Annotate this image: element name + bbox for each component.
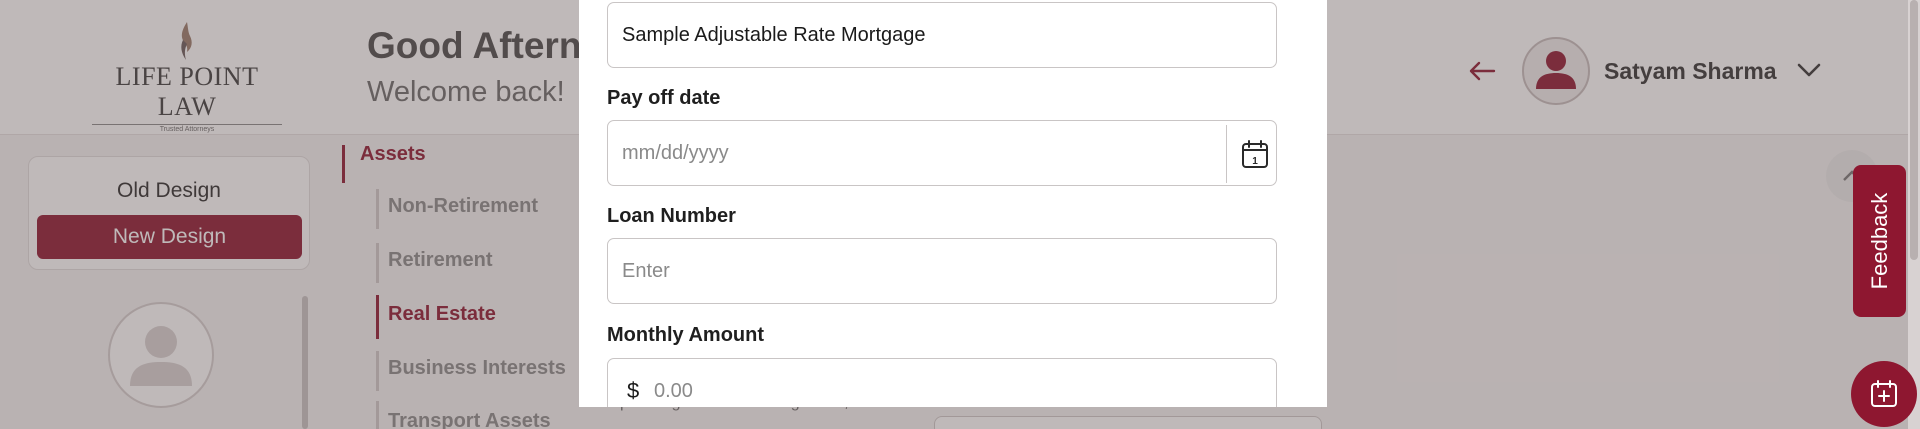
calendar-plus-icon xyxy=(1871,380,1897,407)
liability-modal: Sample Adjustable Rate Mortgage Pay off … xyxy=(579,0,1327,407)
monthly-amount-placeholder: 0.00 xyxy=(654,380,693,402)
loan-number-label: Loan Number xyxy=(607,205,736,227)
field-divider xyxy=(1226,125,1227,183)
add-event-button[interactable] xyxy=(1851,361,1917,427)
payoff-date-field[interactable]: mm/dd/yyyy 1 xyxy=(607,120,1277,186)
feedback-label: Feedback xyxy=(1866,192,1892,290)
calendar-icon[interactable]: 1 xyxy=(1241,139,1269,169)
monthly-amount-label: Monthly Amount xyxy=(607,324,765,346)
payoff-date-placeholder: mm/dd/yyyy xyxy=(622,142,729,164)
feedback-button[interactable]: Feedback xyxy=(1853,165,1906,317)
currency-symbol: $ xyxy=(627,378,640,403)
loan-number-placeholder: Enter xyxy=(622,260,670,282)
page-scrollbar-thumb[interactable] xyxy=(1910,0,1918,260)
liability-name-value: Sample Adjustable Rate Mortgage xyxy=(622,24,926,46)
liability-name-field[interactable]: Sample Adjustable Rate Mortgage xyxy=(607,2,1277,68)
loan-number-field[interactable]: Enter xyxy=(607,238,1277,304)
monthly-amount-field[interactable]: $ 0.00 xyxy=(607,358,1277,407)
svg-text:1: 1 xyxy=(1252,156,1258,167)
payoff-date-label: Pay off date xyxy=(607,87,721,109)
